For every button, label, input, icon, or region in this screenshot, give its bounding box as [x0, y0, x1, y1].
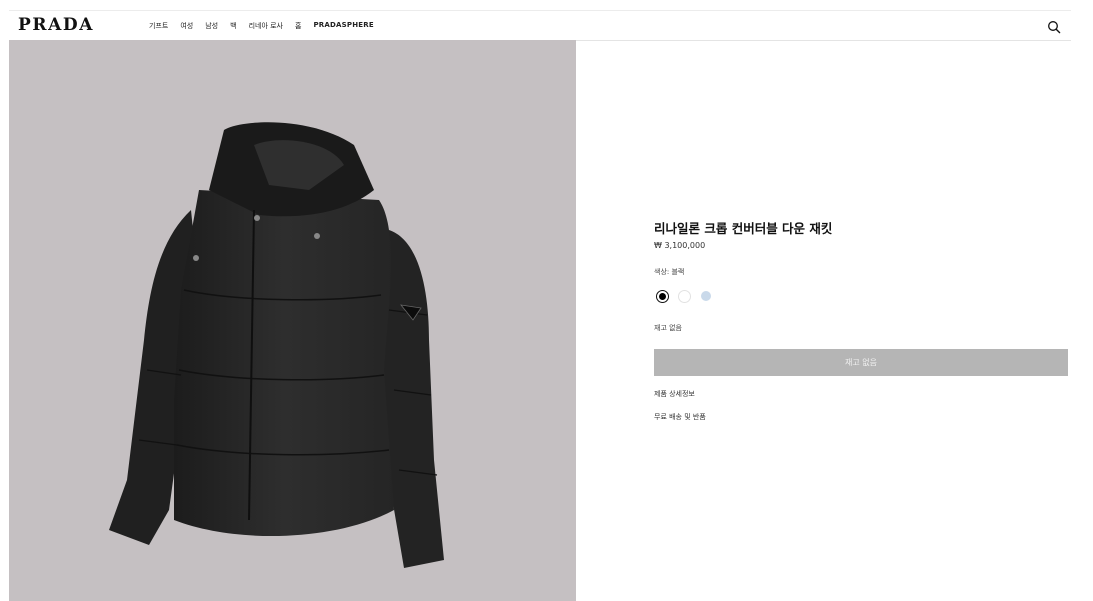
color-label: 색상: 블랙 [654, 268, 685, 276]
site-header: PRADA 기프트 여성 남성 백 리네아 로사 홈 PRADASPHERE [9, 10, 1071, 41]
product-image[interactable] [9, 40, 576, 601]
nav-item-pradasphere[interactable]: PRADASPHERE [313, 21, 373, 35]
prada-logo[interactable]: PRADA [18, 15, 94, 35]
search-icon[interactable] [1047, 19, 1061, 34]
swatch-light-blue[interactable] [701, 291, 711, 301]
nav-item-men[interactable]: 남성 [205, 21, 218, 35]
nav-item-linea-rossa[interactable]: 리네아 로사 [249, 21, 283, 35]
main-nav: 기프트 여성 남성 백 리네아 로사 홈 PRADASPHERE [149, 21, 386, 35]
out-of-stock-button[interactable]: 재고 없음 [654, 349, 1068, 376]
nav-item-bags[interactable]: 백 [230, 21, 236, 35]
swatch-black[interactable] [656, 290, 669, 303]
stock-status: 재고 없음 [654, 324, 682, 332]
product-price: ₩ 3,100,000 [654, 241, 706, 250]
nav-item-gift[interactable]: 기프트 [149, 21, 168, 35]
product-title: 리나일론 크롭 컨버터블 다운 재킷 [654, 221, 833, 236]
nav-item-home[interactable]: 홈 [295, 21, 301, 35]
swatch-black-fill [659, 293, 666, 300]
jacket-illustration [109, 122, 444, 568]
product-details-link[interactable]: 제품 상세정보 [654, 389, 695, 399]
swatch-white[interactable] [678, 290, 691, 303]
nav-item-women[interactable]: 여성 [180, 21, 193, 35]
shipping-returns-link[interactable]: 무료 배송 및 반품 [654, 412, 706, 422]
